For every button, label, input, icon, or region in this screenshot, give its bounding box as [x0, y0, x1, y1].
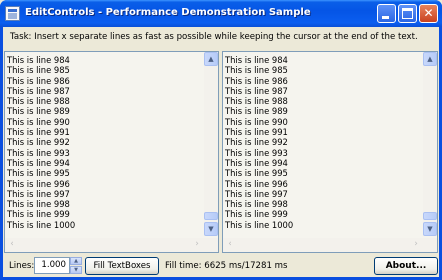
- left-textbox[interactable]: This is line 984 This is line 985 This is …: [4, 51, 219, 253]
- text-line: This is line 999: [7, 209, 70, 220]
- text-line: This is line 995: [7, 168, 70, 179]
- text-line: This is line 992: [225, 137, 288, 148]
- text-line: This is line 989: [225, 106, 288, 117]
- title-bar[interactable]: EditControls - Performance Demonstration…: [0, 0, 442, 27]
- text-line: This is line 990: [225, 116, 288, 127]
- text-line: This is line 993: [225, 147, 288, 158]
- chevron-right-icon[interactable]: ›: [409, 238, 423, 252]
- maximize-icon: [402, 8, 413, 19]
- text-line: This is line 991: [225, 127, 288, 138]
- chevron-right-icon[interactable]: ›: [190, 238, 204, 252]
- left-horizontal-scrollbar[interactable]: ‹ ›: [5, 238, 218, 252]
- text-line: This is line 1000: [225, 219, 294, 230]
- close-icon: ✕: [423, 6, 434, 20]
- text-line: This is line 998: [7, 199, 70, 210]
- text-line: This is line 987: [7, 85, 70, 96]
- left-scroll-thumb[interactable]: [204, 212, 218, 220]
- text-line: This is line 985: [225, 65, 288, 76]
- text-line: This is line 984: [225, 55, 288, 65]
- window-title: EditControls - Performance Demonstration…: [25, 7, 311, 18]
- left-vertical-scrollbar[interactable]: ▲ ▼: [204, 52, 218, 236]
- text-line: This is line 993: [7, 147, 70, 158]
- about-button[interactable]: About...: [374, 257, 438, 275]
- right-horizontal-scrollbar[interactable]: ‹ ›: [223, 238, 437, 252]
- text-line: This is line 996: [7, 178, 70, 189]
- minimize-button[interactable]: [377, 4, 396, 23]
- text-line: This is line 986: [7, 75, 70, 86]
- text-line: This is line 985: [7, 65, 70, 76]
- maximize-button[interactable]: [398, 4, 417, 23]
- text-line: This is line 988: [225, 96, 288, 107]
- text-line: This is line 986: [225, 75, 288, 86]
- text-line: This is line 997: [7, 188, 70, 199]
- text-line: This is line 994: [7, 157, 70, 168]
- text-line: This is line 989: [7, 106, 70, 117]
- right-textbox-content[interactable]: This is line 984 This is line 985 This is …: [225, 55, 423, 230]
- chevron-left-icon[interactable]: ‹: [223, 238, 237, 252]
- minimize-icon: [382, 16, 389, 19]
- right-textbox[interactable]: This is line 984 This is line 985 This is …: [222, 51, 438, 253]
- fill-time-text: Fill time: 6625 ms/17281 ms: [165, 261, 288, 271]
- text-line: This is line 991: [7, 127, 70, 138]
- text-line: This is line 997: [225, 188, 288, 199]
- text-line: This is line 988: [7, 96, 70, 107]
- lines-input[interactable]: 1.000: [34, 257, 70, 274]
- right-scroll-thumb[interactable]: [423, 212, 437, 220]
- text-line: This is line 987: [225, 85, 288, 96]
- chevron-up-icon[interactable]: ▲: [423, 52, 437, 66]
- app-icon[interactable]: [5, 6, 20, 21]
- chevron-up-icon[interactable]: ▲: [204, 52, 218, 66]
- left-textbox-content[interactable]: This is line 984 This is line 985 This is …: [7, 55, 204, 230]
- close-button[interactable]: ✕: [419, 4, 438, 23]
- text-line: This is line 999: [225, 209, 288, 220]
- text-line: This is line 996: [225, 178, 288, 189]
- chevron-down-icon[interactable]: ▼: [423, 222, 437, 236]
- text-line: This is line 992: [7, 137, 70, 148]
- app-window: EditControls - Performance Demonstration…: [0, 0, 442, 280]
- text-line: This is line 990: [7, 116, 70, 127]
- text-line: This is line 998: [225, 199, 288, 210]
- chevron-left-icon[interactable]: ‹: [5, 238, 19, 252]
- text-line: This is line 1000: [7, 219, 76, 230]
- text-line: This is line 994: [225, 157, 288, 168]
- spin-down-button[interactable]: ▼: [70, 266, 82, 274]
- chevron-down-icon[interactable]: ▼: [204, 222, 218, 236]
- task-description: Task: Insert x separate lines as fast as…: [10, 32, 418, 42]
- fill-textboxes-button[interactable]: Fill TextBoxes: [85, 257, 159, 275]
- right-vertical-scrollbar[interactable]: ▲ ▼: [423, 52, 437, 236]
- text-line: This is line 995: [225, 168, 288, 179]
- spin-up-button[interactable]: ▲: [70, 257, 82, 265]
- text-line: This is line 984: [7, 55, 70, 65]
- lines-label: Lines:: [9, 261, 35, 271]
